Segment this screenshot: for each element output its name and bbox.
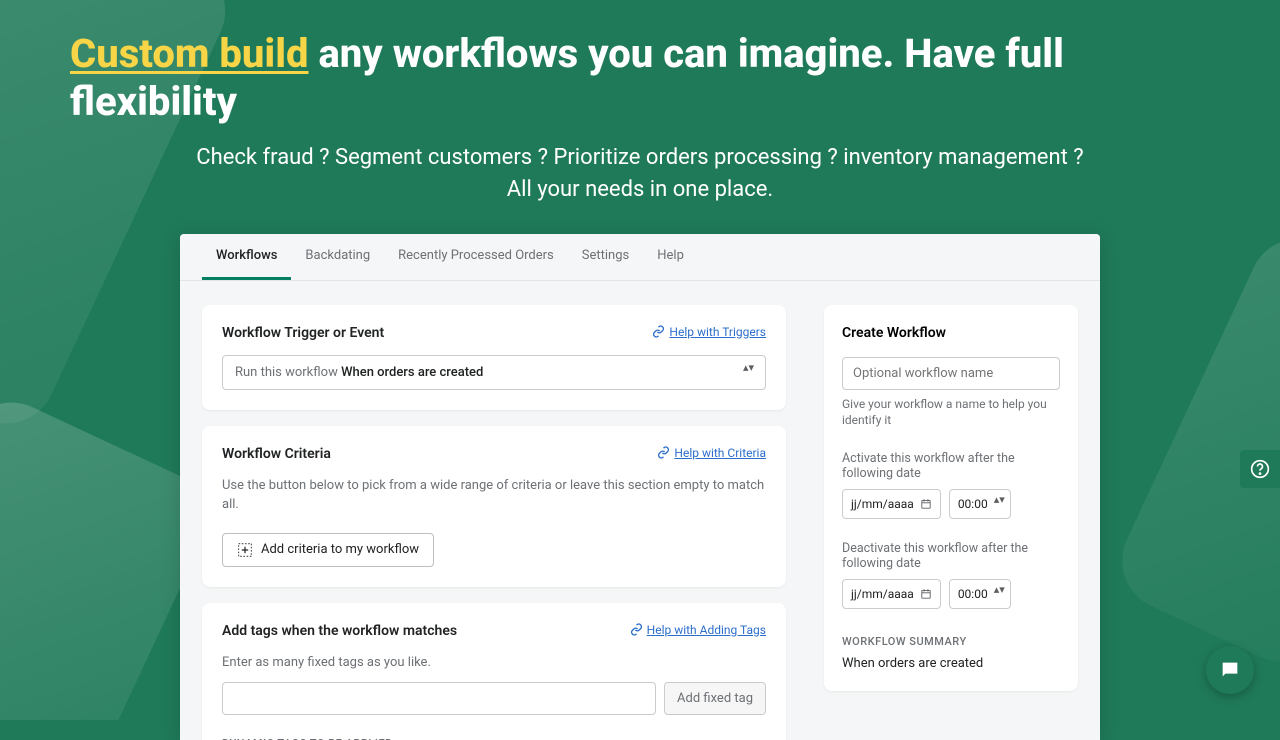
right-column: Create Workflow Give your workflow a nam… (824, 305, 1078, 740)
calendar-icon (920, 588, 932, 600)
tag-input[interactable] (222, 682, 656, 715)
criteria-help-link[interactable]: Help with Criteria (657, 446, 766, 460)
add-criteria-button[interactable]: Add criteria to my workflow (222, 533, 434, 567)
activate-time-input[interactable]: 00:00 ▴▾ (949, 489, 1011, 519)
deactivate-date-input[interactable]: jj/mm/aaaa (842, 579, 941, 609)
left-column: Workflow Trigger or Event Help with Trig… (202, 305, 786, 740)
create-title: Create Workflow (842, 325, 1060, 341)
add-tag-button[interactable]: Add fixed tag (664, 682, 766, 715)
link-icon (652, 325, 665, 338)
link-icon (657, 446, 670, 459)
link-icon (630, 623, 643, 636)
create-workflow-card: Create Workflow Give your workflow a nam… (824, 305, 1078, 692)
add-grid-icon (237, 542, 253, 558)
calendar-icon (920, 498, 932, 510)
hero-section: Custom build any workflows you can imagi… (0, 0, 1280, 216)
tags-card: Add tags when the workflow matches Help … (202, 603, 786, 740)
summary-label: WORKFLOW SUMMARY (842, 635, 1060, 648)
chat-fab[interactable] (1206, 646, 1254, 694)
hero-subtitle: Check fraud ? Segment customers ? Priori… (70, 142, 1210, 206)
workflow-name-hint: Give your workflow a name to help you id… (842, 396, 1060, 430)
trigger-help-link[interactable]: Help with Triggers (652, 325, 766, 339)
tab-settings[interactable]: Settings (568, 234, 643, 280)
app-window: Workflows Backdating Recently Processed … (180, 234, 1100, 740)
tab-bar: Workflows Backdating Recently Processed … (180, 234, 1100, 281)
activate-date-input[interactable]: jj/mm/aaaa (842, 489, 941, 519)
help-fab[interactable] (1240, 450, 1280, 488)
trigger-card: Workflow Trigger or Event Help with Trig… (202, 305, 786, 410)
tab-recent-orders[interactable]: Recently Processed Orders (384, 234, 568, 280)
chat-icon (1219, 659, 1241, 681)
dynamic-tags-label: DYNAMIC TAGS TO BE APPLIED (222, 737, 766, 740)
tab-backdating[interactable]: Backdating (291, 234, 384, 280)
chevron-sort-icon: ▴▾ (743, 365, 753, 379)
trigger-select[interactable]: Run this workflow When orders are create… (222, 355, 766, 390)
criteria-card: Workflow Criteria Help with Criteria Use… (202, 426, 786, 587)
hero-title: Custom build any workflows you can imagi… (70, 30, 1210, 126)
hero-accent: Custom build (70, 30, 309, 77)
question-icon (1250, 459, 1270, 479)
tags-desc: Enter as many fixed tags as you like. (222, 653, 766, 673)
criteria-desc: Use the button below to pick from a wide… (222, 476, 766, 515)
tags-help-link[interactable]: Help with Adding Tags (630, 623, 766, 637)
main-content: Workflow Trigger or Event Help with Trig… (180, 281, 1100, 740)
workflow-name-input[interactable] (842, 357, 1060, 390)
tab-help[interactable]: Help (643, 234, 698, 280)
chevron-sort-icon: ▴▾ (994, 587, 1004, 601)
summary-text: When orders are created (842, 656, 1060, 671)
chevron-sort-icon: ▴▾ (994, 497, 1004, 511)
trigger-title: Workflow Trigger or Event (222, 325, 384, 341)
criteria-title: Workflow Criteria (222, 446, 331, 462)
deactivate-time-input[interactable]: 00:00 ▴▾ (949, 579, 1011, 609)
activate-label: Activate this workflow after the followi… (842, 451, 1060, 481)
tab-workflows[interactable]: Workflows (202, 234, 291, 280)
tags-title: Add tags when the workflow matches (222, 623, 457, 639)
deactivate-label: Deactivate this workflow after the follo… (842, 541, 1060, 571)
